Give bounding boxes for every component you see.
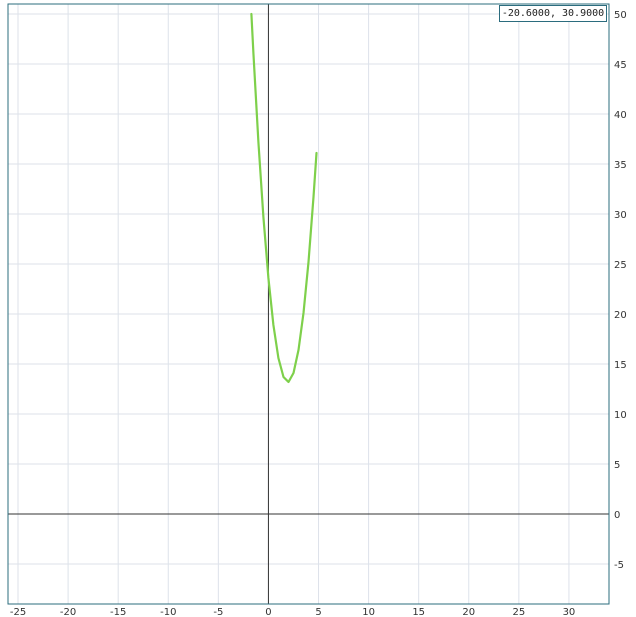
function-curve: [250, 12, 318, 384]
y-tick-label: 10: [614, 410, 627, 421]
x-tick-label: -15: [110, 607, 126, 617]
y-tick-labels: -5 0 5 10 15 20 25 30 35 40 45 50: [614, 10, 627, 571]
y-tick-label: 0: [614, 510, 620, 521]
x-tick-label: -25: [10, 607, 26, 617]
x-tick-label: 5: [315, 607, 321, 617]
x-tick-label: -20: [60, 607, 76, 617]
x-tick-label: 15: [412, 607, 425, 617]
y-tick-label: 40: [614, 110, 627, 121]
x-tick-label: 20: [462, 607, 475, 617]
y-tick-label: 45: [614, 60, 627, 71]
x-tick-label: -10: [160, 607, 176, 617]
y-tick-label: 15: [614, 360, 627, 371]
y-tick-label: 35: [614, 160, 627, 171]
x-tick-label: -5: [213, 607, 223, 617]
y-tick-label: 20: [614, 310, 627, 321]
y-tick-label: 30: [614, 210, 627, 221]
cursor-coordinate-readout: -20.6000, 30.9000: [499, 5, 607, 22]
x-tick-label: 0: [265, 607, 271, 617]
plot-area[interactable]: -25 -20 -15 -10 -5 0 5 10 15 20 25 30 -5 0 5 10 15 20 25 3…: [0, 0, 636, 617]
y-tick-label: 5: [614, 460, 620, 471]
x-tick-labels: -25 -20 -15 -10 -5 0 5 10 15 20 25 30: [10, 607, 575, 617]
x-tick-label: 25: [512, 607, 525, 617]
x-tick-label: 10: [362, 607, 375, 617]
curves: [250, 12, 318, 384]
x-tick-label: 30: [563, 607, 576, 617]
y-tick-label: 50: [614, 10, 627, 21]
y-tick-label: -5: [614, 560, 624, 571]
y-tick-label: 25: [614, 260, 627, 271]
